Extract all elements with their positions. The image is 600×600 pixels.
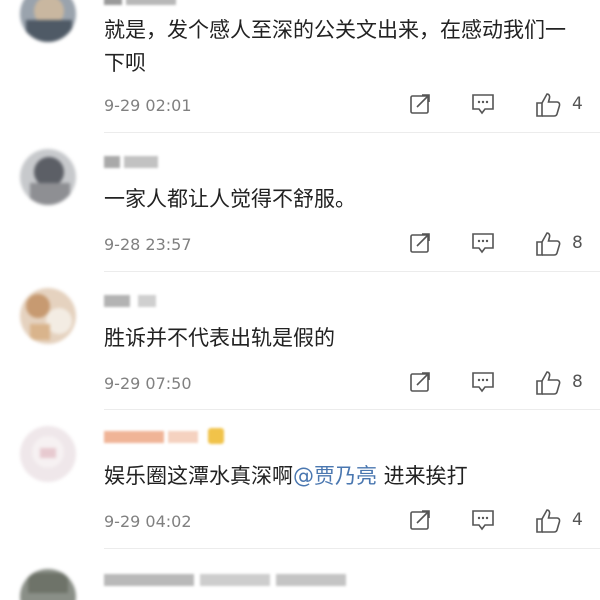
username[interactable] bbox=[104, 571, 354, 589]
share-icon[interactable] bbox=[408, 92, 432, 116]
avatar[interactable] bbox=[20, 0, 76, 42]
username[interactable] bbox=[104, 292, 184, 310]
comment-actions: 8 bbox=[400, 370, 590, 398]
avatar[interactable] bbox=[20, 426, 76, 482]
avatar[interactable] bbox=[20, 569, 76, 600]
comment-icon[interactable] bbox=[470, 370, 496, 394]
thumbs-up-icon[interactable] bbox=[534, 231, 562, 257]
comment-item: 就是，发个感人至深的公关文出来，在感动我们一下呗 9-29 02:01 4 bbox=[0, 0, 600, 132]
like-count: 4 bbox=[572, 94, 583, 114]
timestamp: 9-29 04:02 bbox=[104, 512, 192, 531]
comment-actions: 4 bbox=[400, 92, 590, 120]
comment-text: 就是，发个感人至深的公关文出来，在感动我们一下呗 bbox=[104, 18, 566, 75]
timestamp: 9-29 07:50 bbox=[104, 374, 192, 393]
share-icon[interactable] bbox=[408, 508, 432, 532]
comment-feed: 就是，发个感人至深的公关文出来，在感动我们一下呗 9-29 02:01 4 一家… bbox=[0, 0, 600, 600]
avatar[interactable] bbox=[20, 149, 76, 205]
comment-actions: 8 bbox=[400, 231, 590, 259]
timestamp: 9-29 02:01 bbox=[104, 96, 192, 115]
comment-text: 一家人都让人觉得不舒服。 bbox=[104, 187, 356, 211]
like-count: 4 bbox=[572, 510, 583, 530]
share-icon[interactable] bbox=[408, 370, 432, 394]
comment-item: 娱乐圈这潭水真深啊@贾乃亮 进来挨打 9-29 04:02 4 bbox=[0, 410, 600, 548]
avatar[interactable] bbox=[20, 288, 76, 344]
comment-text: 胜诉并不代表出轨是假的 bbox=[104, 326, 335, 350]
comment-item bbox=[0, 549, 600, 600]
username[interactable] bbox=[104, 428, 234, 446]
thumbs-up-icon[interactable] bbox=[534, 370, 562, 396]
like-count: 8 bbox=[572, 372, 583, 392]
thumbs-up-icon[interactable] bbox=[534, 92, 562, 118]
comment-icon[interactable] bbox=[470, 92, 496, 116]
comment-actions: 4 bbox=[400, 508, 590, 536]
mention-link[interactable]: @贾乃亮 bbox=[293, 464, 377, 488]
username[interactable] bbox=[104, 0, 184, 8]
username[interactable] bbox=[104, 153, 184, 171]
comment-item: 一家人都让人觉得不舒服。 9-28 23:57 8 bbox=[0, 133, 600, 271]
comment-icon[interactable] bbox=[470, 231, 496, 255]
timestamp: 9-28 23:57 bbox=[104, 235, 192, 254]
share-icon[interactable] bbox=[408, 231, 432, 255]
like-count: 8 bbox=[572, 233, 583, 253]
thumbs-up-icon[interactable] bbox=[534, 508, 562, 534]
comment-text: 娱乐圈这潭水真深啊@贾乃亮 进来挨打 bbox=[104, 464, 468, 488]
comment-icon[interactable] bbox=[470, 508, 496, 532]
comment-item: 胜诉并不代表出轨是假的 9-29 07:50 8 bbox=[0, 272, 600, 409]
